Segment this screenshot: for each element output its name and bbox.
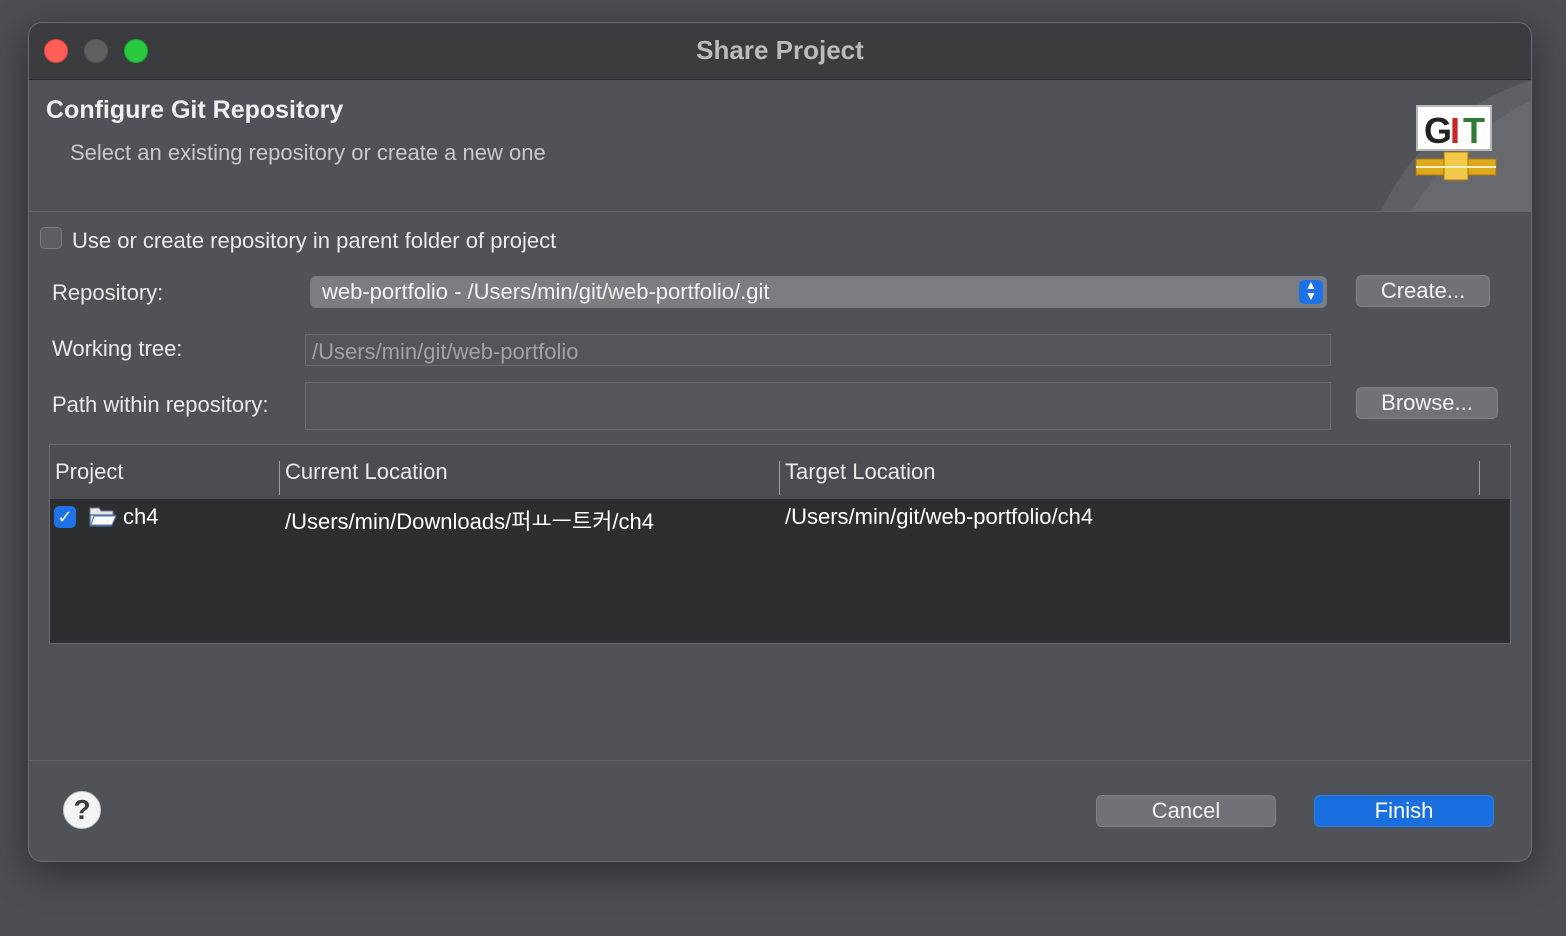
svg-text:T: T [1463,110,1485,151]
working-tree-field: /Users/min/git/web-portfolio [305,334,1331,366]
table-header: Project Current Location Target Location [50,445,1510,499]
repository-select[interactable]: web-portfolio - /Users/min/git/web-portf… [310,276,1327,308]
svg-text:I: I [1450,110,1460,151]
create-repository-button[interactable]: Create... [1356,275,1490,307]
column-divider[interactable] [1479,461,1480,495]
repository-select-value: web-portfolio - /Users/min/git/web-portf… [322,279,770,304]
column-divider[interactable] [279,461,280,495]
parent-folder-checkbox-label[interactable]: Use or create repository in parent folde… [72,228,556,254]
path-within-repository-input[interactable] [305,382,1331,430]
browse-button[interactable]: Browse... [1356,387,1498,419]
target-location: /Users/min/git/web-portfolio/ch4 [785,504,1094,529]
column-divider[interactable] [779,461,780,495]
svg-text:G: G [1424,110,1452,151]
projects-table: Project Current Location Target Location… [49,444,1511,644]
current-location: /Users/min/Downloads/퍼ㅛㅡ트커/ch4 [285,509,654,534]
finish-button[interactable]: Finish [1314,795,1494,827]
page-title: Configure Git Repository [46,96,344,124]
wizard-banner: Configure Git Repository Select an exist… [29,80,1531,212]
column-header-current-location[interactable]: Current Location [285,459,448,485]
chevron-up-down-icon: ▲ ▼ [1299,279,1323,304]
working-tree-value: /Users/min/git/web-portfolio [312,339,579,364]
repository-label: Repository: [52,280,164,305]
column-header-project[interactable]: Project [55,459,123,485]
title-bar: Share Project [29,23,1531,80]
open-folder-icon [88,503,118,529]
page-subtitle: Select an existing repository or create … [70,140,546,165]
footer-divider [29,760,1531,761]
parent-folder-checkbox[interactable] [40,227,62,249]
project-name: ch4 [123,504,159,529]
git-logo-icon: G I T [1381,80,1531,211]
path-within-repository-label: Path within repository: [52,392,269,417]
column-header-target-location[interactable]: Target Location [785,459,935,485]
share-project-dialog: Share Project Configure Git Repository S… [28,22,1532,862]
help-icon[interactable]: ? [63,791,101,829]
cancel-button[interactable]: Cancel [1096,795,1276,827]
working-tree-label: Working tree: [52,336,183,361]
project-row-checkbox[interactable]: ✓ [54,506,76,528]
window-title: Share Project [696,35,864,65]
